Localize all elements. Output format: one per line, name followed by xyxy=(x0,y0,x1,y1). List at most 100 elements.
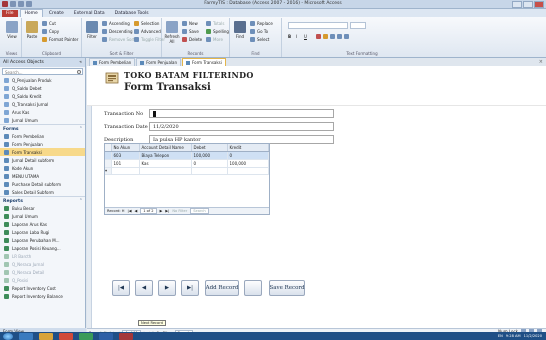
totals-button[interactable]: Totals xyxy=(206,21,224,26)
find-button[interactable]: Find xyxy=(232,21,248,39)
nav-item-sales-detail-subform[interactable]: Sales Detail Subform xyxy=(0,188,85,196)
subform-record-position[interactable]: 1 of 2 xyxy=(140,208,157,214)
doc-tab-form-pembelian[interactable]: Form Pembelian xyxy=(89,58,136,66)
delete-button[interactable]: Delete xyxy=(182,37,202,42)
cell-no-akun[interactable]: 101 xyxy=(111,159,140,168)
descending-button[interactable]: Descending xyxy=(102,29,133,34)
nav-item-q-penjualan-produk[interactable]: Q_Penjualan Produk xyxy=(0,76,85,84)
cell-no-akun[interactable]: 603 xyxy=(111,151,140,160)
close-button[interactable] xyxy=(534,1,544,8)
nav-item-q-saldo-kredit[interactable]: Q_Saldo Kredit xyxy=(0,92,85,100)
excel-taskbar-icon[interactable] xyxy=(79,332,93,340)
nav-item-lr-barcth[interactable]: LR Barcth xyxy=(0,252,85,260)
nav-item-laporan-laba-rugi[interactable]: Laporan Laba Rugi xyxy=(0,228,85,236)
minimize-button[interactable] xyxy=(512,1,522,8)
browser-taskbar-icon[interactable] xyxy=(59,332,73,340)
nav-pane-header[interactable]: All Access Objects « xyxy=(0,58,85,67)
clock-date[interactable]: 11/2/2020 xyxy=(524,334,542,338)
next-record-button[interactable]: ▶ xyxy=(158,280,176,296)
cell-kredit[interactable]: 100,000 xyxy=(227,159,269,168)
first-record-icon[interactable]: |◀ xyxy=(127,209,131,213)
table-row[interactable]: 101 Kas 0 100,000 xyxy=(105,159,269,168)
nav-item-buku-besar[interactable]: Buku Besar xyxy=(0,204,85,212)
access-taskbar-icon[interactable] xyxy=(119,332,133,340)
nav-item-kode-akun[interactable]: Kode Akun xyxy=(0,164,85,172)
cut-button[interactable]: Cut xyxy=(42,21,56,26)
record-selector[interactable] xyxy=(87,66,92,336)
column-header-debet[interactable]: Debet xyxy=(191,144,228,152)
transaction-date-field[interactable]: 11/2/2020 xyxy=(149,122,334,131)
nav-item-q-neraca-detail[interactable]: Q_Neraca Detail xyxy=(0,268,85,276)
nav-item-jurnal-umum[interactable]: Jurnal Umum xyxy=(0,212,85,220)
nav-category-reports[interactable]: Reports ˄ xyxy=(0,196,85,204)
cell-account-detail-name[interactable]: Kas xyxy=(139,159,192,168)
transaction-no-field[interactable] xyxy=(149,109,334,118)
previous-record-button[interactable]: ◀ xyxy=(135,280,153,296)
select-button[interactable]: Select xyxy=(250,37,269,42)
start-button[interactable] xyxy=(3,332,13,340)
tab-home[interactable]: Home xyxy=(19,9,43,17)
replace-button[interactable]: Replace xyxy=(250,21,273,26)
nav-item-form-penjualan[interactable]: Form Penjualan xyxy=(0,140,85,148)
last-record-icon[interactable]: ▶| xyxy=(165,209,169,213)
nav-item-report-inventory-balance[interactable]: Report Inventory Balance xyxy=(0,292,85,300)
font-color-button[interactable] xyxy=(316,34,349,39)
nav-category-forms[interactable]: Forms ˄ xyxy=(0,124,85,132)
subform-search-input[interactable]: Search xyxy=(190,208,209,214)
nav-item-laporan-arus-kas[interactable]: Laporan Arus Kas xyxy=(0,220,85,228)
add-record-button[interactable]: Add Record xyxy=(205,280,239,296)
nav-item-jurnal-detail-subform[interactable]: Jurnal Detail subform xyxy=(0,156,85,164)
tab-create[interactable]: Create xyxy=(45,10,68,17)
advanced-button[interactable]: Advanced xyxy=(134,29,161,34)
clock-time[interactable]: 9:28 AM xyxy=(506,334,521,338)
cell-debet[interactable]: 100,000 xyxy=(191,151,228,160)
nav-item-form-transaksi[interactable]: Form Transaksi xyxy=(0,148,85,156)
table-row[interactable]: 603 Biaya Telepon 100,000 0 xyxy=(105,151,269,160)
save-button[interactable]: Save xyxy=(182,29,199,34)
nav-item-laporan-perubahan-m[interactable]: Laporan Perubahan M... xyxy=(0,236,85,244)
paste-button[interactable]: Paste xyxy=(24,21,40,39)
cell-debet[interactable]: 0 xyxy=(191,159,228,168)
new-record-row[interactable]: * xyxy=(105,167,269,175)
nav-item-report-inventory-cost[interactable]: Report Inventory Cost xyxy=(0,284,85,292)
doc-tab-form-transaksi[interactable]: Form Transaksi xyxy=(182,58,226,66)
nav-item-form-pembelian[interactable]: Form Pembelian xyxy=(0,132,85,140)
underline-button[interactable]: U xyxy=(304,34,307,39)
tab-file[interactable]: File xyxy=(2,10,18,17)
refresh-all-button[interactable]: Refresh All xyxy=(164,21,180,44)
nav-item-purchase-detail-subform[interactable]: Purchase Detail subform xyxy=(0,180,85,188)
more-button[interactable]: More xyxy=(206,37,223,42)
column-header-kredit[interactable]: Kredit xyxy=(227,144,269,152)
nav-item-menu-utama[interactable]: MENU UTAMA xyxy=(0,172,85,180)
chevron-double-left-icon[interactable]: « xyxy=(79,60,82,65)
nav-item-laporan-posisi-keuang[interactable]: Laporan Posisi Keuang... xyxy=(0,244,85,252)
selection-button[interactable]: Selection xyxy=(134,21,159,26)
explorer-taskbar-icon[interactable] xyxy=(19,332,33,340)
word-taskbar-icon[interactable] xyxy=(99,332,113,340)
close-icon[interactable]: × xyxy=(539,59,543,65)
next-record-icon[interactable]: ▶ xyxy=(160,209,163,213)
nav-item-q-neraca-jurnal[interactable]: Q_Neraca Jurnal xyxy=(0,260,85,268)
column-header-account-detail-name[interactable]: Account Detail Name xyxy=(139,144,192,152)
column-header-no-akun[interactable]: No Akun xyxy=(111,144,140,152)
prev-record-icon[interactable]: ◀ xyxy=(134,209,137,213)
blank-button[interactable] xyxy=(244,280,262,296)
nav-item-arus-kas[interactable]: Arus Kas xyxy=(0,108,85,116)
nav-item-jurnal-umum[interactable]: Jurnal Umum xyxy=(0,116,85,124)
italic-button[interactable]: I xyxy=(296,34,297,39)
doc-tab-form-penjualan[interactable]: Form Penjualan xyxy=(136,58,181,66)
spelling-button[interactable]: Spelling xyxy=(206,29,229,34)
go-to-button[interactable]: Go To xyxy=(250,29,268,34)
bold-button[interactable]: B xyxy=(288,34,291,39)
cell-account-detail-name[interactable]: Biaya Telepon xyxy=(139,151,192,160)
nav-item-q-posisi[interactable]: Q_Posisi xyxy=(0,276,85,284)
view-button[interactable]: View xyxy=(4,21,20,39)
tab-database-tools[interactable]: Database Tools xyxy=(111,10,153,17)
nav-search-input[interactable]: Search... xyxy=(2,68,83,75)
nav-item-q-transaksi-jurnal[interactable]: Q_Transaksi Jurnal xyxy=(0,100,85,108)
cell-kredit[interactable]: 0 xyxy=(227,151,269,160)
format-painter-button[interactable]: Format Painter xyxy=(42,37,78,42)
filter-button[interactable]: Filter xyxy=(84,21,100,39)
nav-item-q-saldo-debet[interactable]: Q_Saldo Debet xyxy=(0,84,85,92)
copy-button[interactable]: Copy xyxy=(42,29,59,34)
